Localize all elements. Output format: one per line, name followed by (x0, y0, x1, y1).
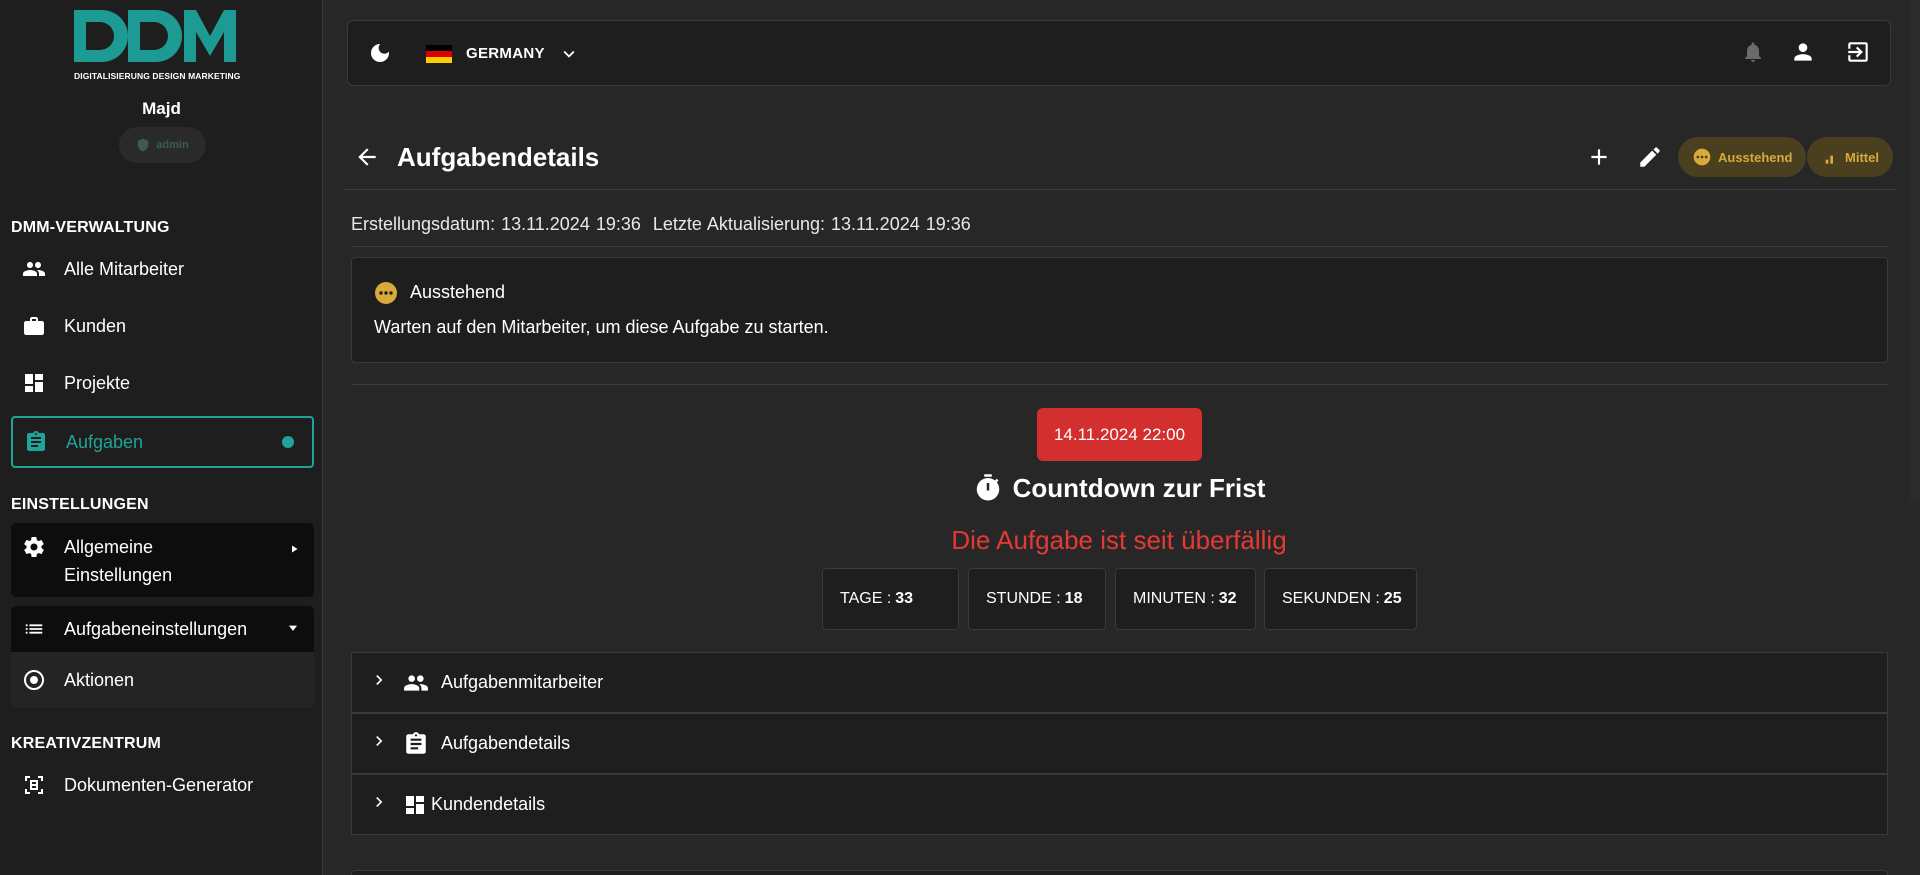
germany-flag-icon[interactable] (426, 45, 452, 63)
logout-icon[interactable] (1845, 39, 1871, 70)
status-pill-label: Ausstehend (1718, 149, 1793, 165)
clipboard-icon (403, 731, 431, 757)
sidebar-item-kunden[interactable]: Kunden (11, 300, 314, 352)
sidebar-item-label: Aufgaben (66, 431, 144, 452)
section-title-kreativzentrum: KREATIVZENTRUM (11, 735, 162, 752)
countdown-label: TAGE : (840, 590, 892, 607)
list-icon (20, 615, 48, 643)
signal-bars-icon (1825, 155, 1833, 164)
countdown-label: MINUTEN : (1133, 590, 1215, 607)
countdown-title-text: Countdown zur Frist (1012, 472, 1266, 503)
account-icon[interactable] (1790, 39, 1816, 70)
briefcase-icon (20, 312, 48, 340)
admin-shield-icon (138, 138, 149, 152)
page-title: Aufgabendetails (397, 142, 600, 172)
sidebar-item-projekte[interactable]: Projekte (11, 357, 314, 409)
countdown-value: 18 (1064, 590, 1083, 607)
status-label: Ausstehend (410, 282, 506, 302)
sidebar-item-label: Alle Mitarbeiter (64, 258, 185, 279)
active-indicator-dot (282, 436, 294, 448)
role-badge: admin (119, 127, 206, 163)
chevron-right-icon (369, 731, 389, 756)
overdue-message: Die Aufgabe ist seit überfällig (951, 525, 1287, 555)
people-icon (403, 670, 431, 696)
countdown-label: STUNDE : (986, 590, 1061, 607)
sidebar: DIGITALISIERUNG DESIGN MARKETING Majd ad… (0, 0, 323, 875)
sidebar-item-aufgaben[interactable]: Aufgaben (11, 416, 314, 468)
page-header: Aufgabendetails Ausstehend Mittel (344, 130, 1897, 190)
countdown-value: 25 (1383, 590, 1402, 607)
chevron-right-icon (369, 670, 389, 695)
dashboard-icon (403, 793, 431, 817)
country-selector-label[interactable]: GERMANY (466, 45, 545, 62)
role-label: admin (156, 139, 189, 151)
countdown-minutes: MINUTEN :32 (1115, 568, 1256, 630)
divider (351, 246, 1889, 247)
accordion-label: Aufgabenmitarbeiter (441, 672, 604, 692)
priority-pill[interactable]: Mittel (1807, 137, 1893, 177)
accordion-aufgabenmitarbeiter[interactable]: Aufgabenmitarbeiter (351, 652, 1888, 713)
document-scan-icon (20, 771, 48, 799)
pending-icon (374, 281, 398, 310)
bell-icon[interactable] (1741, 39, 1765, 70)
chevron-down-icon[interactable] (558, 43, 580, 70)
deadline-badge: 14.11.2024 22:00 (1037, 408, 1202, 461)
edit-icon[interactable] (1637, 144, 1663, 175)
logo[interactable]: DIGITALISIERUNG DESIGN MARKETING (72, 8, 252, 88)
pending-icon (1693, 148, 1711, 166)
accordion-label: Kundendetails (431, 794, 546, 814)
divider (351, 384, 1889, 385)
chevron-right-icon (369, 792, 389, 817)
accordion-aufgabendetails[interactable]: Aufgabendetails (351, 713, 1888, 774)
back-arrow-icon[interactable] (354, 144, 380, 175)
sidebar-item-label: Kunden (64, 315, 127, 336)
sidebar-item-dokumenten-generator[interactable]: Dokumenten-Generator (11, 759, 314, 811)
sidebar-item-label: Aufgabeneinstellungen (64, 618, 248, 639)
countdown-hours: STUNDE :18 (968, 568, 1106, 630)
sidebar-item-aktionen[interactable]: Aktionen (11, 652, 314, 708)
date-info: Erstellungsdatum: 13.11.2024 19:36 Letzt… (351, 214, 971, 234)
sidebar-item-label: Projekte (64, 372, 131, 393)
status-description: Warten auf den Mitarbeiter, um diese Auf… (374, 317, 829, 337)
countdown-value: 32 (1218, 590, 1237, 607)
countdown-seconds: SEKUNDEN :25 (1264, 568, 1417, 630)
accordion-kundendetails[interactable]: Kundendetails (351, 774, 1888, 835)
accordion-label: Aufgabendetails (441, 733, 571, 753)
top-bar: GERMANY (347, 20, 1891, 86)
status-box: Ausstehend Warten auf den Mitarbeiter, u… (351, 257, 1888, 363)
dashboard-icon (20, 369, 48, 397)
countdown-title: Countdown zur Frist (0, 471, 1920, 505)
people-icon (20, 255, 48, 283)
countdown-label: SEKUNDEN : (1282, 590, 1380, 607)
scrollbar[interactable] (1910, 0, 1920, 500)
next-section-edge (351, 870, 1888, 875)
sidebar-item-aufgabeneinstellungen[interactable]: Aufgabeneinstellungen (11, 606, 314, 652)
user-name: Majd (142, 99, 181, 118)
dark-mode-toggle-icon[interactable] (368, 41, 392, 70)
status-pill[interactable]: Ausstehend (1678, 137, 1807, 177)
section-title-verwaltung: DMM-VERWALTUNG (11, 219, 170, 236)
caret-down-icon (286, 619, 300, 640)
add-icon[interactable] (1586, 144, 1612, 175)
stopwatch-icon (976, 474, 999, 501)
label-line: Einstellungen (64, 565, 173, 585)
priority-pill-label: Mittel (1845, 149, 1879, 165)
sidebar-item-label: Aktionen (64, 669, 135, 690)
app: DIGITALISIERUNG DESIGN MARKETING Majd ad… (0, 0, 1920, 875)
clipboard-icon (22, 428, 50, 456)
logo-subtitle: DIGITALISIERUNG DESIGN MARKETING (74, 71, 241, 81)
countdown-value: 33 (895, 590, 914, 607)
radio-icon (20, 666, 48, 694)
sidebar-item-mitarbeiter[interactable]: Alle Mitarbeiter (11, 243, 314, 295)
sidebar-item-label: Dokumenten-Generator (64, 774, 254, 795)
countdown-days: TAGE :33 (822, 568, 959, 630)
